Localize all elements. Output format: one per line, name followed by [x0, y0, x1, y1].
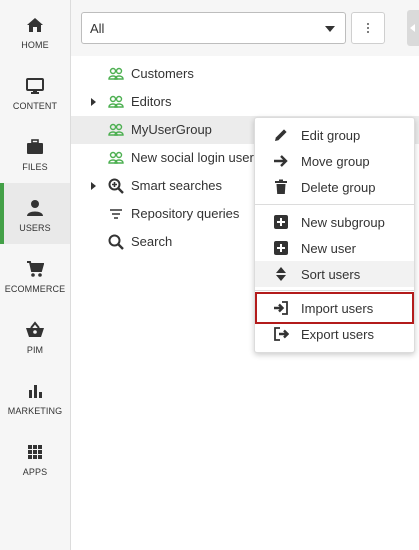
menu-item-edit-group[interactable]: Edit group: [255, 122, 414, 148]
context-menu: Edit group Move group Delete group New s…: [254, 117, 415, 353]
menu-item-export-users[interactable]: Export users: [255, 321, 414, 347]
more-options-button[interactable]: [351, 12, 385, 44]
basket-icon: [25, 320, 45, 340]
user-group-icon: [108, 66, 124, 82]
briefcase-icon: [25, 137, 45, 157]
dot: [367, 27, 369, 29]
tree-item-label: Search: [131, 234, 173, 249]
menu-item-delete-group[interactable]: Delete group: [255, 174, 414, 200]
trash-icon: [273, 179, 289, 195]
dot: [367, 23, 369, 25]
search-toolbar: All: [71, 0, 419, 56]
expand-caret-icon[interactable]: [91, 182, 96, 190]
tree-item-label: Smart searches: [131, 178, 223, 193]
menu-item-label: Sort users: [301, 267, 361, 282]
cart-icon: [25, 259, 45, 279]
menu-item-new-user[interactable]: New user: [255, 235, 414, 261]
nav-files[interactable]: FILES: [0, 122, 70, 183]
user-group-icon: [108, 150, 124, 166]
expand-caret-icon[interactable]: [91, 98, 96, 106]
nav-label: MARKETING: [7, 406, 63, 416]
menu-separator: [255, 204, 414, 205]
nav-label: CONTENT: [12, 101, 58, 111]
caret-down-icon: [325, 26, 335, 32]
tree-item-editors[interactable]: Editors: [71, 88, 419, 116]
plus-square-icon: [273, 240, 289, 256]
menu-separator: [255, 290, 414, 291]
filter-select[interactable]: All: [81, 12, 346, 44]
search-icon: [108, 234, 124, 250]
nav-apps[interactable]: APPS: [0, 427, 70, 488]
nav-ecommerce[interactable]: ECOMMERCE: [0, 244, 70, 305]
user-group-icon: [108, 122, 124, 138]
bar-chart-icon: [25, 381, 45, 401]
tree-item-customers[interactable]: Customers: [71, 60, 419, 88]
menu-item-label: Delete group: [301, 180, 376, 195]
user-icon: [25, 198, 45, 218]
nav-label: FILES: [22, 162, 48, 172]
nav-home[interactable]: HOME: [0, 0, 70, 61]
menu-item-sort-users[interactable]: Sort users: [255, 261, 414, 287]
menu-item-move-group[interactable]: Move group: [255, 148, 414, 174]
pencil-icon: [273, 127, 289, 143]
menu-item-label: Export users: [301, 327, 374, 342]
plus-square-icon: [273, 214, 289, 230]
monitor-icon: [25, 76, 45, 96]
nav-label: HOME: [21, 40, 49, 50]
nav-users[interactable]: USERS: [0, 183, 70, 244]
nav-label: PIM: [26, 345, 44, 355]
collapse-panel-tab[interactable]: [407, 10, 419, 46]
tree-item-label: MyUserGroup: [131, 122, 212, 137]
tree-item-label: New social login users: [131, 150, 261, 165]
tree-item-label: Repository queries: [131, 206, 240, 221]
menu-item-label: Edit group: [301, 128, 361, 143]
nav-content[interactable]: CONTENT: [0, 61, 70, 122]
tree-item-label: Editors: [131, 94, 172, 109]
nav-label: APPS: [22, 467, 48, 477]
dot: [367, 31, 369, 33]
menu-item-label: New user: [301, 241, 356, 256]
menu-item-label: New subgroup: [301, 215, 385, 230]
highlight-box: [255, 292, 414, 324]
sign-out-icon: [273, 326, 290, 342]
user-group-icon: [108, 94, 124, 110]
nav-marketing[interactable]: MARKETING: [0, 366, 70, 427]
grid-icon: [25, 442, 45, 462]
filter-select-value: All: [90, 21, 105, 36]
menu-item-new-subgroup[interactable]: New subgroup: [255, 209, 414, 235]
left-nav: HOME CONTENT FILES USERS ECOMMERCE PIM M…: [0, 0, 71, 550]
search-plus-icon: [108, 178, 124, 194]
menu-item-label: Move group: [301, 154, 370, 169]
tree-item-label: Customers: [131, 66, 194, 81]
sort-icon: [273, 266, 289, 282]
arrow-right-icon: [273, 153, 289, 169]
nav-pim[interactable]: PIM: [0, 305, 70, 366]
nav-label: USERS: [19, 223, 51, 233]
home-icon: [25, 15, 45, 35]
filter-icon: [108, 206, 124, 222]
nav-label: ECOMMERCE: [4, 284, 66, 294]
